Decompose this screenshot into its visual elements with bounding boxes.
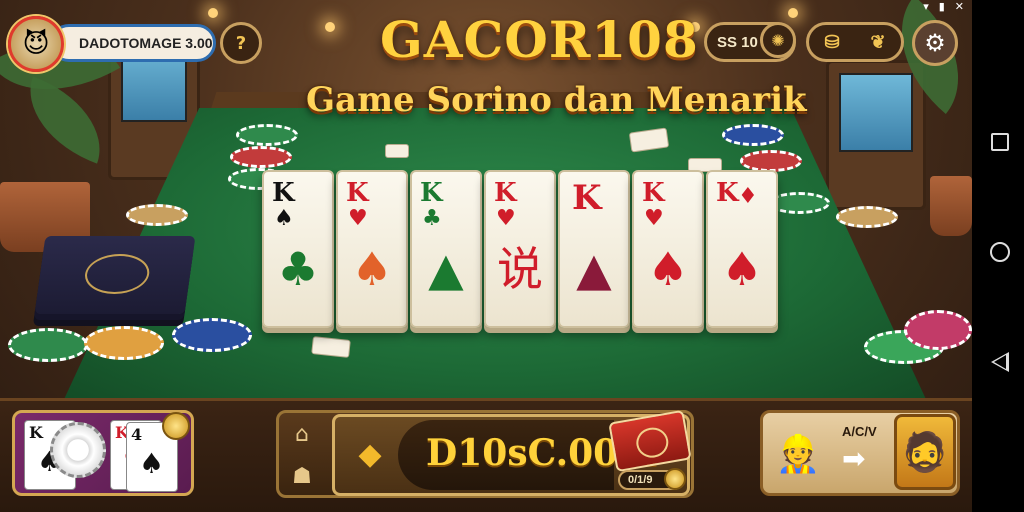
tile-emblem: ▲: [576, 242, 612, 296]
arrow-label: A/C/V: [842, 424, 877, 439]
plant-pot-right: [930, 176, 972, 236]
tile-rank: K: [494, 178, 517, 208]
arrow-right-icon[interactable]: ➡: [842, 442, 865, 475]
chip-stack-orange: [84, 326, 164, 360]
poker-chip: [236, 124, 298, 146]
mahjong-tile[interactable]: K ♣ ▲: [410, 170, 482, 328]
player-name-pill[interactable]: DADOTOMAGE 3.00: [50, 24, 216, 62]
close-icon[interactable]: ✕: [955, 0, 964, 16]
chip-stack-green: [8, 328, 88, 362]
battery-icon: ▮: [938, 0, 945, 13]
small-badge-label: 0/1/9: [628, 474, 653, 486]
level-label: SS 10: [717, 33, 758, 51]
tile-emblem: 说: [497, 242, 543, 296]
poker-chip: [722, 124, 784, 146]
game-subtitle: Game Sorino dan Menarik: [306, 80, 807, 120]
avatar-icon[interactable]: 😈: [8, 16, 64, 72]
tile-rank: K: [642, 178, 665, 208]
gear-icon[interactable]: ⚙: [912, 20, 958, 66]
compass-icon[interactable]: ✺: [760, 22, 796, 58]
mahjong-tile[interactable]: K ♥ ♠: [632, 170, 704, 328]
bag-pill[interactable]: ⛁ ❦: [806, 22, 904, 62]
game-scene: K ♠ ♣ K ♥ ♠ K ♣ ▲ K ♥ 说 K ▲ K ♥ ♠ K ♦ ♠ …: [0, 0, 972, 512]
hero-icon[interactable]: 🧔: [894, 414, 956, 490]
tile-pip: ♥: [644, 206, 664, 231]
chip-stack-blue: [172, 318, 252, 352]
tile-pip: ♣: [422, 206, 442, 231]
mahjong-tile[interactable]: K ♦ ♠: [706, 170, 778, 328]
diamond-icon[interactable]: ◆: [352, 436, 388, 472]
mahjong-tile[interactable]: K ♠ ♣: [262, 170, 334, 328]
mahjong-tile[interactable]: K ▲: [558, 170, 630, 328]
loose-card: [385, 144, 409, 158]
mahjong-tile[interactable]: K ♥ ♠: [336, 170, 408, 328]
coin-icon: [664, 468, 686, 490]
string-light: [208, 8, 218, 18]
mini-chip: [50, 422, 106, 478]
tile-row: K ♠ ♣ K ♥ ♠ K ♣ ▲ K ♥ 说 K ▲ K ♥ ♠ K ♦ ♠: [262, 170, 778, 328]
hint-icon[interactable]: ?: [220, 22, 262, 64]
tile-pip: ♠: [274, 206, 294, 231]
tile-rank: K: [420, 178, 443, 208]
bag-icon: ⛁: [824, 31, 840, 52]
tile-emblem: ♣: [277, 242, 319, 296]
wifi-icon: ▾: [923, 0, 929, 13]
bag-icon[interactable]: ☗: [282, 458, 322, 494]
loose-card: [311, 336, 351, 358]
tile-pip: ♥: [348, 206, 368, 231]
tile-emblem: ♠: [647, 242, 689, 296]
tile-rank: K: [716, 178, 739, 208]
tile-emblem: ▲: [428, 242, 464, 296]
square-nav-icon[interactable]: [991, 133, 1009, 151]
arcade-machine-right: [826, 60, 926, 210]
bag-icon: ❦: [870, 31, 886, 52]
home-icon[interactable]: ⌂: [282, 416, 322, 452]
status-bar: ▾ ▮ ✕: [812, 0, 972, 16]
tile-rank: K: [572, 178, 602, 218]
tile-emblem: ♠: [721, 242, 763, 296]
character-icon: 👷: [775, 434, 821, 475]
gold-chip: [836, 206, 898, 228]
poker-chip: [230, 146, 292, 168]
circle-nav-icon[interactable]: [990, 242, 1010, 262]
tile-rank: K: [346, 178, 369, 208]
tile-rank: K: [272, 178, 295, 208]
poker-chip: [740, 150, 802, 172]
string-light: [325, 22, 335, 32]
tile-emblem: ♠: [351, 242, 393, 296]
back-nav-icon[interactable]: [991, 352, 1009, 372]
gold-chip: [126, 204, 188, 226]
mahjong-tile[interactable]: K ♥ 说: [484, 170, 556, 328]
chip-stack-pink: [904, 310, 972, 350]
plant-leaf: [12, 76, 118, 164]
game-title: GACOR108: [380, 10, 699, 69]
tile-pip: ♥: [496, 206, 516, 231]
tile-pip: ♦: [738, 184, 758, 209]
card-deck: [34, 236, 196, 314]
coin-icon: [162, 412, 190, 440]
string-light: [788, 8, 798, 18]
